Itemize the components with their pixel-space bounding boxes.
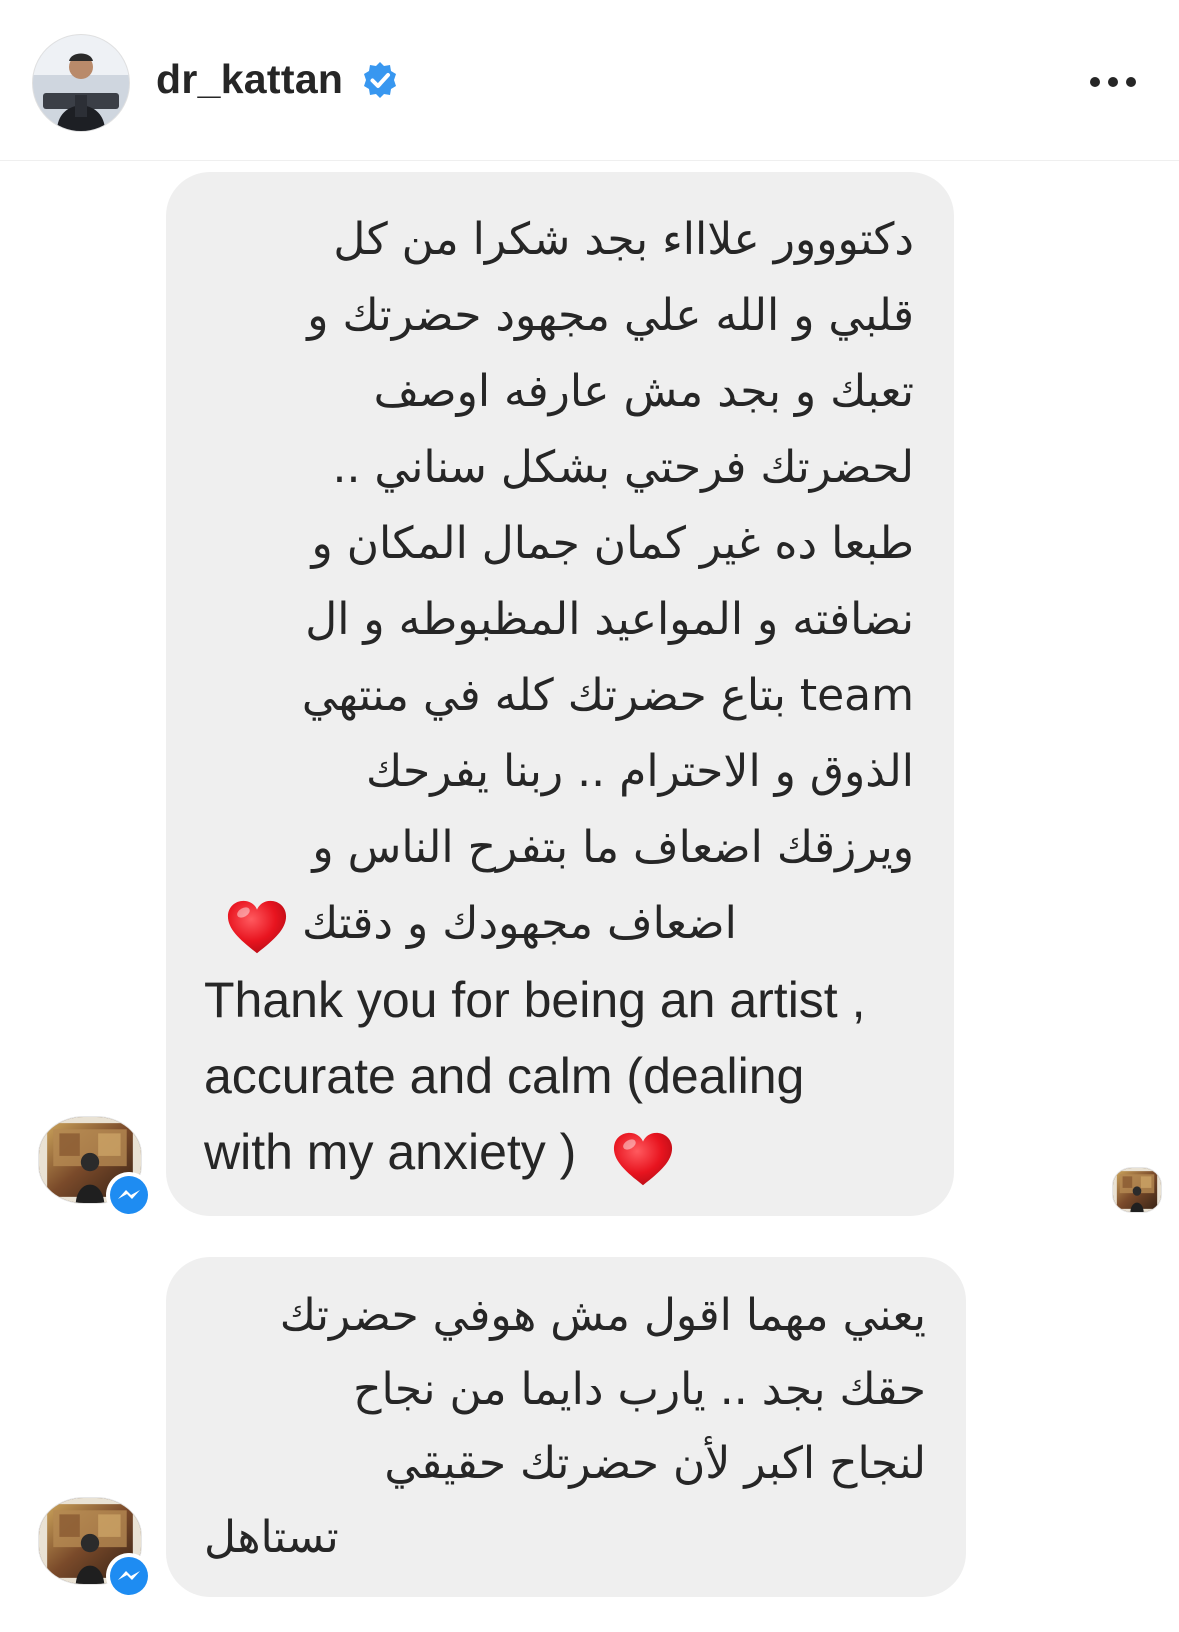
heart-emoji-icon	[612, 1118, 674, 1194]
message-line: طبعا ده غير كمان جمال المكان و	[311, 518, 914, 569]
message-line-text: اضعاف مجهودك و دقتك	[302, 898, 737, 949]
message-line: لنجاح اكبر لأن حضرتك حقيقي	[384, 1438, 926, 1489]
messenger-icon	[106, 1553, 152, 1599]
message-bubble[interactable]: يعني مهما اقول مش هوفي حضرتك حقك بجد .. …	[166, 1257, 966, 1597]
message-line: accurate and calm (dealing	[204, 1048, 805, 1104]
username[interactable]: dr_kattan	[156, 56, 343, 103]
message-line: نضافته و المواعيد المظبوطه و ال	[305, 594, 914, 645]
message-line: team بتاع حضرتك كله في منتهي	[301, 670, 914, 721]
seen-avatar-icon	[1112, 1167, 1162, 1213]
message-line: قلبي و الله علي مجهود حضرتك و	[307, 290, 914, 341]
message-line: دكتووور علاااء بجد شكرا من كل	[333, 214, 914, 265]
message-line: تعبك و بجد مش عارفه اوصف	[373, 366, 914, 417]
profile-avatar-image-icon	[33, 35, 129, 131]
messenger-icon	[106, 1172, 152, 1218]
message-line: يعني مهما اقول مش هوفي حضرتك	[279, 1290, 926, 1341]
message-line: الذوق و الاحترام .. ربنا يفرحك	[365, 746, 914, 797]
heart-emoji-icon	[226, 888, 288, 964]
message-line-text: with my anxiety )	[204, 1124, 577, 1180]
more-horizontal-icon[interactable]	[1085, 62, 1141, 102]
chat-header: dr_kattan	[0, 0, 1179, 161]
message-line: Thank you for being an artist ,	[204, 972, 866, 1028]
message-line: تستاهل	[204, 1512, 339, 1563]
message-line: ويرزقك اضعاف ما بتفرح الناس و	[312, 822, 914, 873]
verified-badge-icon	[364, 62, 396, 98]
profile-avatar[interactable]	[32, 34, 130, 132]
message-line-with-heart: اضعاف مجهودك و دقتك	[204, 886, 914, 962]
message-line: لحضرتك فرحتي بشكل سناني ..	[332, 442, 914, 493]
message-line: حقك بجد .. يارب دايما من نجاح	[353, 1364, 926, 1415]
message-bubble[interactable]: دكتووور علاااء بجد شكرا من كل قلبي و الل…	[166, 172, 954, 1216]
message-line-with-heart: with my anxiety )	[204, 1114, 914, 1190]
